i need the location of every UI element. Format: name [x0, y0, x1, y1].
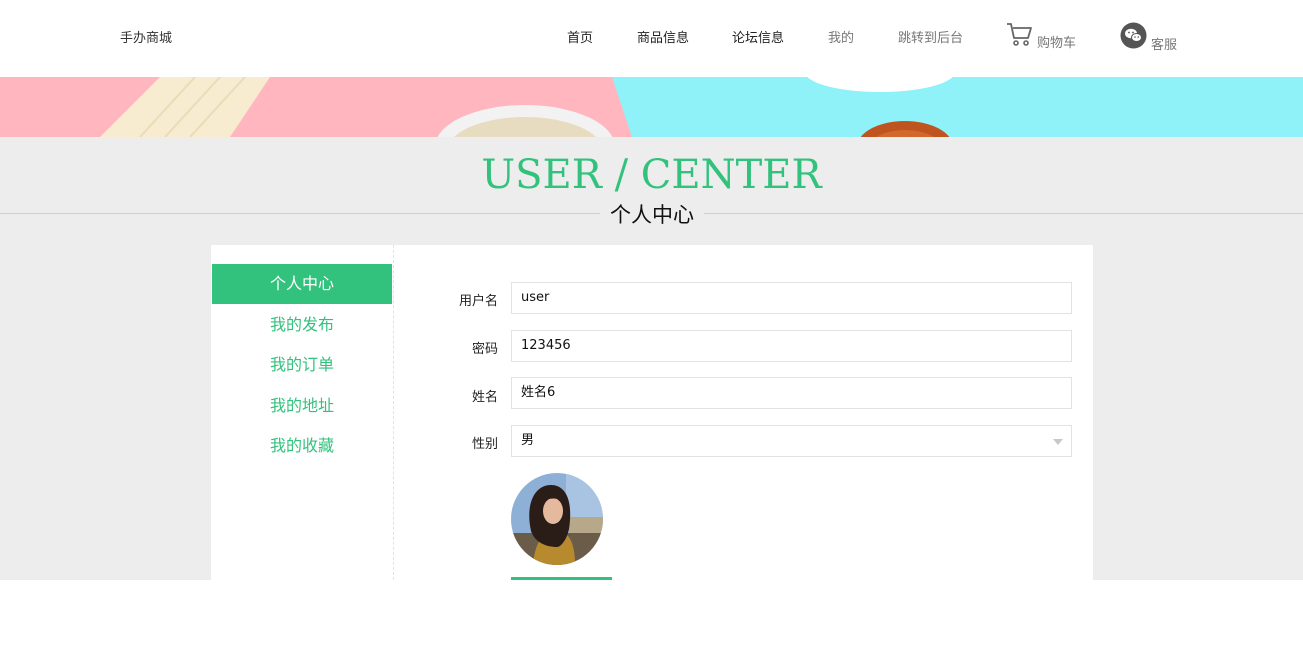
sidebar-item-profile[interactable]: 个人中心: [212, 264, 392, 304]
nav-mine[interactable]: 我的: [828, 27, 854, 46]
username-field[interactable]: user: [511, 282, 1072, 314]
nav-service[interactable]: 客服: [1120, 22, 1177, 53]
sidebar-item-my-favorites[interactable]: 我的收藏: [212, 426, 392, 466]
page-title-en: USER / CENTER: [481, 152, 822, 198]
cart-label: 购物车: [1037, 36, 1077, 51]
chevron-down-icon: [1053, 439, 1063, 445]
password-field[interactable]: 123456: [511, 330, 1072, 362]
nav-cart[interactable]: 购物车: [1006, 22, 1076, 51]
nav-home[interactable]: 首页: [567, 27, 593, 46]
sidebar-item-my-posts[interactable]: 我的发布: [212, 305, 392, 345]
gender-selected-value: 男: [521, 433, 535, 448]
cart-icon: [1006, 22, 1033, 51]
sidebar-item-my-address[interactable]: 我的地址: [212, 386, 392, 426]
wechat-icon: [1120, 22, 1147, 53]
site-logo[interactable]: 手办商城: [120, 27, 172, 46]
nav-products[interactable]: 商品信息: [637, 27, 689, 46]
gender-label: 性别: [471, 437, 498, 452]
sidebar-item-my-orders[interactable]: 我的订单: [212, 345, 392, 385]
user-center-panel: 个人中心 我的发布 我的订单 我的地址 我的收藏 用户名 user 密码 123…: [211, 245, 1093, 580]
gender-select[interactable]: 男: [511, 425, 1072, 457]
avatar[interactable]: [511, 473, 603, 565]
password-label: 密码: [471, 342, 498, 357]
sidebar-menu: 个人中心 我的发布 我的订单 我的地址 我的收藏: [211, 245, 394, 580]
service-label: 客服: [1151, 38, 1178, 53]
name-label: 姓名: [471, 390, 498, 405]
page-title-cn: 个人中心: [600, 199, 704, 229]
top-header: 手办商城 首页 商品信息 论坛信息 我的 跳转到后台 购物车 客服: [0, 0, 1303, 77]
name-field[interactable]: 姓名6: [511, 377, 1072, 409]
nav-forum[interactable]: 论坛信息: [732, 27, 784, 46]
username-label: 用户名: [458, 294, 498, 309]
footer-area: [0, 580, 1303, 652]
nav-admin[interactable]: 跳转到后台: [898, 27, 963, 46]
banner-image: [0, 77, 1303, 137]
